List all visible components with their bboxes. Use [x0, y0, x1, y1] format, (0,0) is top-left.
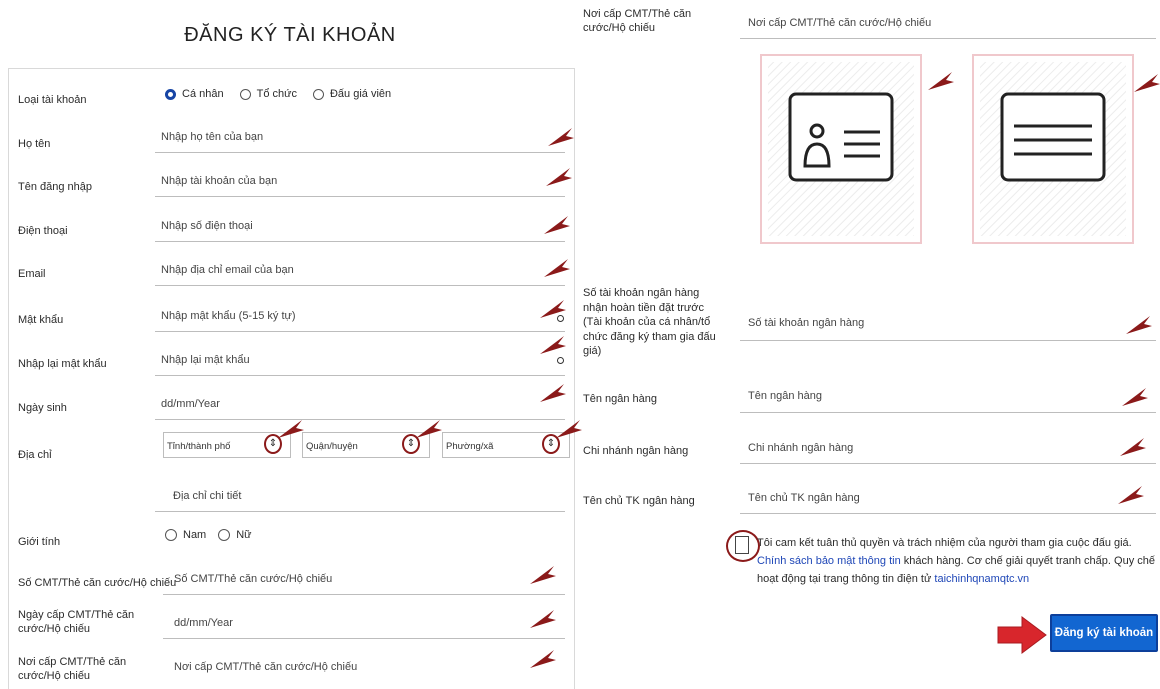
- arrow-icon: [928, 72, 954, 90]
- arrow-icon: [1126, 316, 1152, 334]
- arrow-icon: [1134, 74, 1160, 92]
- arrow-icon: [548, 128, 574, 146]
- arrow-icon: [540, 336, 566, 354]
- arrow-icon: [530, 566, 556, 584]
- arrow-icon: [544, 216, 570, 234]
- annotation-arrows: [278, 72, 1160, 668]
- arrow-icon: [540, 384, 566, 402]
- arrow-icon: [416, 420, 442, 438]
- arrow-icon: [1120, 438, 1146, 456]
- arrow-icon: [546, 168, 572, 186]
- arrow-icon: [540, 300, 566, 318]
- arrow-icon: [1118, 486, 1144, 504]
- arrow-icon: [278, 420, 304, 438]
- arrow-icon: [530, 650, 556, 668]
- arrow-icon: [544, 259, 570, 277]
- arrow-icon: [530, 610, 556, 628]
- arrow-icon: [1122, 388, 1148, 406]
- arrow-icon: [556, 420, 582, 438]
